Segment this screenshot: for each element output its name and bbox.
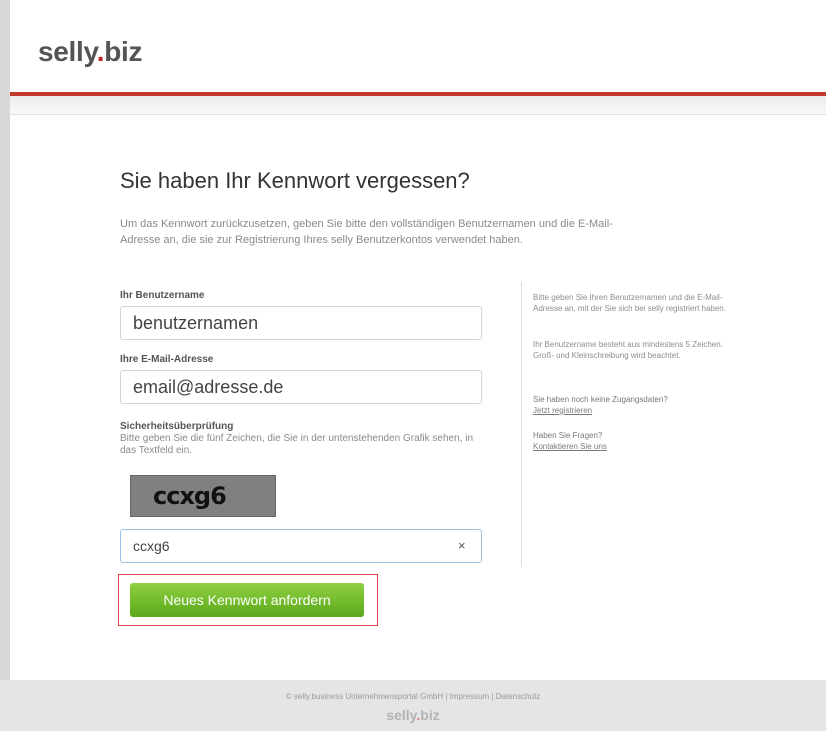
request-password-button[interactable]: Neues Kennwort anfordern	[130, 583, 364, 617]
page-title: Sie haben Ihr Kennwort vergessen?	[120, 168, 470, 193]
sidebar-questions: Haben Sie Fragen? Kontaktieren Sie uns	[533, 430, 743, 452]
sidebar-hint-username: Ihr Benutzername besteht aus mindestens …	[533, 340, 723, 360]
page: selly.biz Sie haben Ihr Kennwort vergess…	[10, 0, 826, 680]
sidebar-hint-credentials: Bitte geben Sie Ihren Benutzernamen und …	[533, 293, 726, 313]
footer-logo-name: selly	[386, 707, 417, 723]
captcha-label: Sicherheitsüberprüfung	[120, 421, 234, 432]
captcha-input[interactable]	[120, 529, 482, 563]
intro-text: Um das Kennwort zurückzusetzen, geben Si…	[120, 218, 613, 246]
email-input[interactable]	[120, 370, 482, 404]
email-label: Ihre E-Mail-Adresse	[120, 354, 214, 365]
register-link[interactable]: Jetzt registrieren	[533, 406, 592, 415]
footer-links[interactable]: © selly.business Unternehmensportal GmbH…	[0, 692, 826, 701]
clear-icon[interactable]: ×	[458, 538, 466, 553]
sidebar-divider	[521, 282, 522, 567]
header-subbar	[10, 96, 826, 115]
captcha-image-text: ccxg6	[153, 482, 227, 510]
captcha-description: Bitte geben Sie die fünf Zeichen, die Si…	[120, 433, 474, 456]
username-label: Ihr Benutzername	[120, 290, 205, 301]
footer: © selly.business Unternehmensportal GmbH…	[0, 680, 826, 731]
left-margin	[0, 0, 10, 731]
username-input[interactable]	[120, 306, 482, 340]
sidebar-questions-question: Haben Sie Fragen?	[533, 431, 603, 440]
brand-logo-name: selly	[38, 36, 97, 67]
brand-logo[interactable]: selly.biz	[38, 36, 142, 68]
sidebar-noaccess: Sie haben noch keine Zugangsdaten? Jetzt…	[533, 394, 743, 416]
brand-logo-tld: biz	[104, 36, 143, 67]
contact-link[interactable]: Kontaktieren Sie uns	[533, 442, 607, 451]
sidebar-noaccess-question: Sie haben noch keine Zugangsdaten?	[533, 395, 668, 404]
footer-logo-tld: biz	[420, 707, 440, 723]
footer-logo: selly.biz	[0, 707, 826, 723]
captcha-image: ccxg6	[130, 475, 276, 517]
